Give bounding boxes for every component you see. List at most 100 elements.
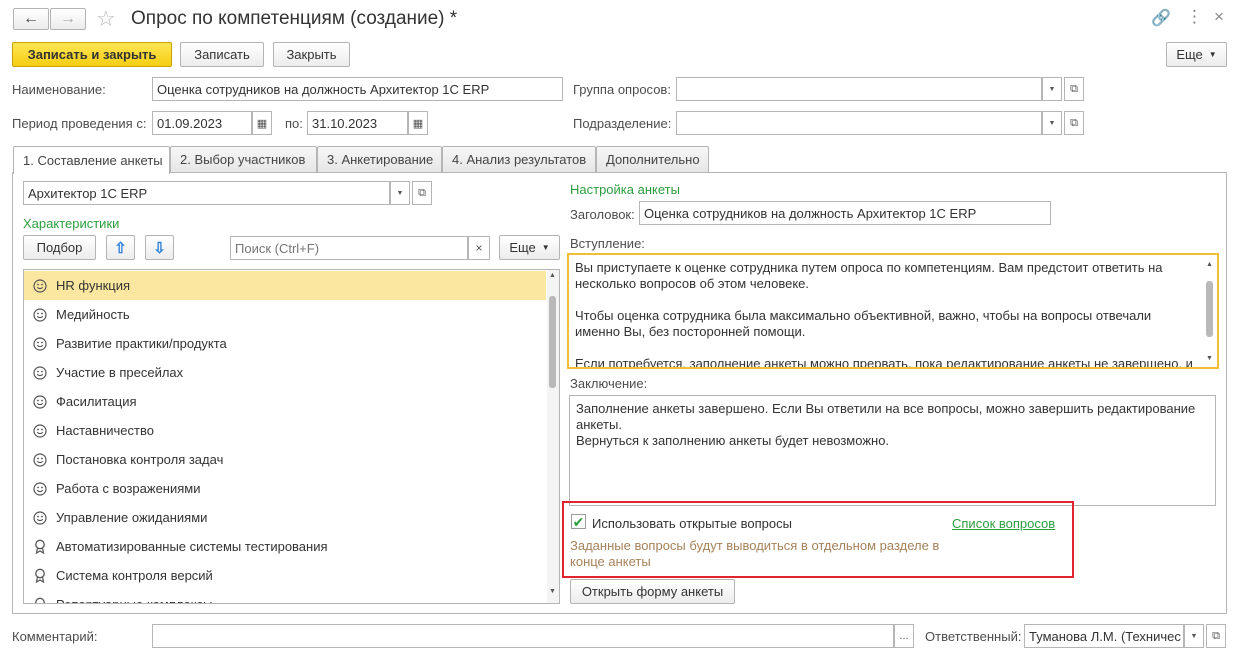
list-item-label: Фасилитация [56, 394, 137, 409]
favorite-star-icon[interactable]: ☆ [96, 6, 116, 32]
more-button[interactable]: Еще ▼ [1166, 42, 1227, 67]
profile-dropdown-button[interactable]: ▼ [390, 181, 410, 205]
calendar-icon: ▦ [412, 117, 424, 130]
division-dropdown-button[interactable]: ▼ [1042, 111, 1062, 135]
conclusion-textarea[interactable]: Заполнение анкеты завершено. Если Вы отв… [569, 395, 1216, 506]
scroll-up-icon: ▲ [549, 272, 556, 279]
profile-open-button[interactable]: ⧉ [412, 181, 432, 205]
list-item-label: Система контроля версий [56, 568, 213, 583]
move-up-button[interactable]: ⇧ [106, 235, 135, 260]
responsible-dropdown-button[interactable]: ▼ [1184, 624, 1204, 648]
arrow-right-icon: → [60, 10, 76, 27]
move-down-button[interactable]: ⇩ [145, 235, 174, 260]
list-item[interactable]: Управление ожиданиями [24, 503, 546, 532]
chevron-down-icon: ▼ [1208, 50, 1217, 59]
link-icon[interactable]: 🔗 [1151, 8, 1171, 28]
comment-field[interactable] [152, 624, 894, 648]
back-button[interactable]: ← [13, 8, 49, 30]
open-form-button[interactable]: Открыть форму анкеты [570, 579, 735, 604]
characteristics-list[interactable]: HR функция Медийность Развитие практики/пр… [23, 269, 560, 604]
group-open-button[interactable]: ⧉ [1064, 77, 1084, 101]
comment-expand-button[interactable]: ... [894, 624, 914, 648]
tab-survey[interactable]: 3. Анкетирование [317, 146, 442, 172]
smile-icon [32, 336, 48, 352]
pick-button[interactable]: Подбор [23, 235, 96, 260]
open-form-icon: ⧉ [1070, 82, 1078, 95]
list-item-label: Развитие практики/продукта [56, 336, 227, 351]
list-item[interactable]: HR функция [24, 271, 546, 300]
intro-scrollbar[interactable]: ▲ ▼ [1204, 257, 1215, 365]
header-field[interactable]: Оценка сотрудников на должность Архитект… [639, 201, 1051, 225]
questions-list-link[interactable]: Список вопросов [952, 516, 1055, 531]
list-item[interactable]: Фасилитация [24, 387, 546, 416]
more-vertical-icon[interactable]: ⋮ [1186, 7, 1203, 27]
name-field[interactable]: Оценка сотрудников на должность Архитект… [152, 77, 563, 101]
list-item[interactable]: Медийность [24, 300, 546, 329]
close-icon[interactable]: × [1214, 7, 1224, 27]
period-from-field[interactable]: 01.09.2023 [152, 111, 252, 135]
responsible-open-button[interactable]: ⧉ [1206, 624, 1226, 648]
open-form-icon: ⧉ [1212, 629, 1220, 642]
list-item[interactable]: Система контроля версий [24, 561, 546, 590]
intro-textarea[interactable]: Вы приступаете к оценке сотрудника путем… [567, 253, 1219, 369]
close-button[interactable]: Закрыть [273, 42, 350, 67]
scroll-down-icon: ▼ [1206, 355, 1213, 362]
smile-icon [32, 481, 48, 497]
group-dropdown-button[interactable]: ▼ [1042, 77, 1062, 101]
intro-label: Вступление: [570, 236, 645, 251]
smile-icon [32, 394, 48, 410]
period-to-field[interactable]: 31.10.2023 [307, 111, 408, 135]
conclusion-label: Заключение: [570, 376, 648, 391]
checkmark-icon: ✔ [572, 513, 585, 530]
list-item[interactable]: Развитие практики/продукта [24, 329, 546, 358]
scroll-thumb[interactable] [549, 296, 556, 388]
list-item[interactable]: Наставничество [24, 416, 546, 445]
smile-icon [32, 307, 48, 323]
list-item[interactable]: Постановка контроля задач [24, 445, 546, 474]
tab-analysis[interactable]: 4. Анализ результатов [442, 146, 596, 172]
scroll-thumb[interactable] [1206, 281, 1213, 337]
chevron-down-icon: ▼ [1190, 632, 1198, 640]
period-from-calendar-button[interactable]: ▦ [252, 111, 272, 135]
list-item-label: Управление ожиданиями [56, 510, 208, 525]
list-scrollbar[interactable]: ▲ ▼ [547, 270, 559, 603]
name-label: Наименование: [12, 82, 106, 97]
division-open-button[interactable]: ⧉ [1064, 111, 1084, 135]
list-more-button[interactable]: Еще ▼ [499, 235, 560, 260]
list-item[interactable]: Репертуарные комплексы [24, 590, 546, 603]
intro-text: Вы приступаете к оценке сотрудника путем… [575, 260, 1193, 369]
save-button[interactable]: Записать [180, 42, 264, 67]
list-item[interactable]: Автоматизированные системы тестирования [24, 532, 546, 561]
tab-additional[interactable]: Дополнительно [596, 146, 709, 172]
list-item-label: Участие в пресейлах [56, 365, 184, 380]
division-field[interactable] [676, 111, 1042, 135]
arrow-left-icon: ← [23, 10, 39, 27]
list-item-label: Репертуарные комплексы [56, 597, 212, 603]
open-form-icon: ⧉ [418, 186, 426, 199]
responsible-field[interactable]: Туманова Л.М. (Техничес [1024, 624, 1184, 648]
tab-participants[interactable]: 2. Выбор участников [170, 146, 317, 172]
arrow-up-icon: ⇧ [114, 239, 127, 257]
open-questions-label[interactable]: Использовать открытые вопросы [592, 516, 792, 531]
profile-field[interactable]: Архитектор 1С ERP [23, 181, 390, 205]
group-field[interactable] [676, 77, 1042, 101]
chevron-down-icon: ▼ [541, 243, 550, 252]
list-item-label: Автоматизированные системы тестирования [56, 539, 328, 554]
forward-button[interactable]: → [50, 8, 86, 30]
list-item[interactable]: Участие в пресейлах [24, 358, 546, 387]
search-input[interactable] [230, 236, 468, 260]
list-item-label: Медийность [56, 307, 130, 322]
list-more-label: Еще [509, 240, 536, 255]
division-label: Подразделение: [573, 116, 672, 131]
tab-questionnaire[interactable]: 1. Составление анкеты [13, 146, 170, 174]
open-questions-checkbox[interactable]: ✔ [571, 514, 586, 529]
list-item-label: Наставничество [56, 423, 154, 438]
list-item-label: HR функция [56, 278, 131, 293]
list-item[interactable]: Работа с возражениями [24, 474, 546, 503]
save-and-close-button[interactable]: Записать и закрыть [12, 42, 172, 67]
period-to-calendar-button[interactable]: ▦ [408, 111, 428, 135]
scroll-down-icon: ▼ [549, 588, 556, 595]
search-clear-button[interactable]: × [468, 236, 490, 260]
comment-label: Комментарий: [12, 629, 98, 644]
smile-icon [32, 510, 48, 526]
